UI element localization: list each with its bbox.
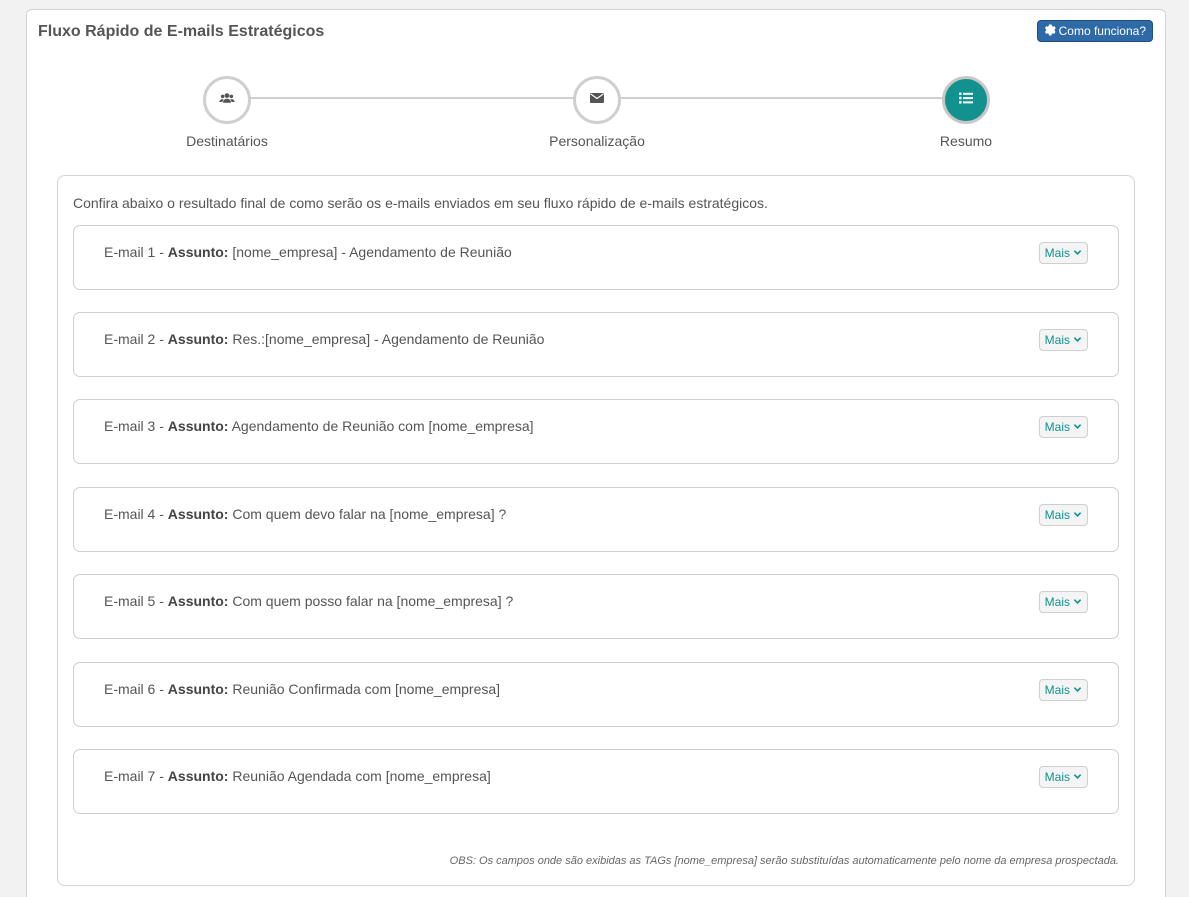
more-button[interactable]: Mais — [1038, 679, 1088, 701]
subject-label: Assunto: — [167, 681, 229, 697]
envelope-icon — [589, 90, 605, 111]
email-item-4: E-mail 4 - Assunto: Com quem devo falar … — [73, 487, 1119, 552]
email-number: E-mail 1 - — [104, 244, 168, 260]
wizard-step-resumo[interactable]: Resumo — [886, 76, 1046, 149]
email-item-7: E-mail 7 - Assunto: Reunião Agendada com… — [73, 749, 1119, 814]
more-label: Mais — [1044, 333, 1070, 347]
step-circle — [573, 76, 621, 124]
how-it-works-label: Como funciona? — [1058, 24, 1146, 38]
more-label: Mais — [1044, 770, 1070, 784]
email-item-3: E-mail 3 - Assunto: Agendamento de Reuni… — [73, 399, 1119, 464]
more-button[interactable]: Mais — [1038, 242, 1088, 264]
more-label: Mais — [1044, 420, 1070, 434]
email-subject: Reunião Confirmada com [nome_empresa] — [232, 681, 501, 697]
chevron-down-icon — [1073, 420, 1082, 434]
list-icon — [958, 90, 974, 111]
subject-label: Assunto: — [167, 418, 229, 434]
chevron-down-icon — [1073, 508, 1082, 522]
email-subject-line: E-mail 1 - Assunto: [nome_empresa] - Age… — [104, 244, 512, 260]
email-subject-line: E-mail 7 - Assunto: Reunião Agendada com… — [104, 768, 491, 784]
more-button[interactable]: Mais — [1038, 416, 1088, 438]
chevron-down-icon — [1073, 770, 1082, 784]
chevron-down-icon — [1073, 333, 1082, 347]
email-number: E-mail 4 - — [104, 506, 168, 522]
more-label: Mais — [1044, 595, 1070, 609]
more-button[interactable]: Mais — [1038, 766, 1088, 788]
gear-icon — [1044, 24, 1056, 39]
subject-label: Assunto: — [167, 506, 229, 522]
email-number: E-mail 7 - — [104, 768, 168, 784]
subject-label: Assunto: — [167, 593, 229, 609]
email-subject-line: E-mail 5 - Assunto: Com quem posso falar… — [104, 593, 513, 609]
email-number: E-mail 3 - — [104, 418, 168, 434]
summary-intro: Confira abaixo o resultado final de como… — [73, 195, 768, 211]
subject-label: Assunto: — [167, 768, 229, 784]
obs-note: OBS: Os campos onde são exibidas as TAGs… — [449, 855, 1119, 867]
more-label: Mais — [1044, 246, 1070, 260]
more-label: Mais — [1044, 508, 1070, 522]
email-subject: Res.:[nome_empresa] - Agendamento de Reu… — [232, 331, 545, 347]
email-item-1: E-mail 1 - Assunto: [nome_empresa] - Age… — [73, 225, 1119, 290]
chevron-down-icon — [1073, 595, 1082, 609]
summary-box: Confira abaixo o resultado final de como… — [57, 175, 1135, 886]
step-label: Destinatários — [186, 133, 268, 149]
more-button[interactable]: Mais — [1038, 591, 1088, 613]
chevron-down-icon — [1073, 683, 1082, 697]
email-subject: Agendamento de Reunião com [nome_empresa… — [231, 418, 534, 434]
how-it-works-button[interactable]: Como funciona? — [1036, 20, 1153, 42]
chevron-down-icon — [1073, 246, 1082, 260]
email-subject: Com quem devo falar na [nome_empresa] ? — [232, 506, 507, 522]
subject-label: Assunto: — [167, 331, 229, 347]
wizard-step-destinatarios[interactable]: Destinatários — [147, 76, 307, 149]
email-subject-line: E-mail 4 - Assunto: Com quem devo falar … — [104, 506, 506, 522]
email-subject-line: E-mail 6 - Assunto: Reunião Confirmada c… — [104, 681, 500, 697]
step-circle — [203, 76, 251, 124]
more-label: Mais — [1044, 683, 1070, 697]
email-number: E-mail 2 - — [104, 331, 168, 347]
email-item-2: E-mail 2 - Assunto: Res.:[nome_empresa] … — [73, 312, 1119, 377]
email-subject: Com quem posso falar na [nome_empresa] ? — [232, 593, 514, 609]
subject-label: Assunto: — [167, 244, 229, 260]
email-item-5: E-mail 5 - Assunto: Com quem posso falar… — [73, 574, 1119, 639]
email-flow-panel: Fluxo Rápido de E-mails Estratégicos Com… — [26, 9, 1166, 897]
email-item-6: E-mail 6 - Assunto: Reunião Confirmada c… — [73, 662, 1119, 727]
page-title: Fluxo Rápido de E-mails Estratégicos — [38, 23, 325, 40]
more-button[interactable]: Mais — [1038, 504, 1088, 526]
users-icon — [219, 90, 235, 111]
more-button[interactable]: Mais — [1038, 329, 1088, 351]
email-number: E-mail 5 - — [104, 593, 168, 609]
step-label: Resumo — [939, 133, 993, 149]
email-subject-line: E-mail 3 - Assunto: Agendamento de Reuni… — [104, 418, 534, 434]
email-number: E-mail 6 - — [104, 681, 168, 697]
email-subject: Reunião Agendada com [nome_empresa] — [232, 768, 491, 784]
email-subject: [nome_empresa] - Agendamento de Reunião — [232, 244, 512, 260]
step-circle — [942, 76, 990, 124]
wizard-step-personalizacao[interactable]: Personalização — [517, 76, 677, 149]
step-label: Personalização — [549, 133, 645, 149]
email-subject-line: E-mail 2 - Assunto: Res.:[nome_empresa] … — [104, 331, 544, 347]
